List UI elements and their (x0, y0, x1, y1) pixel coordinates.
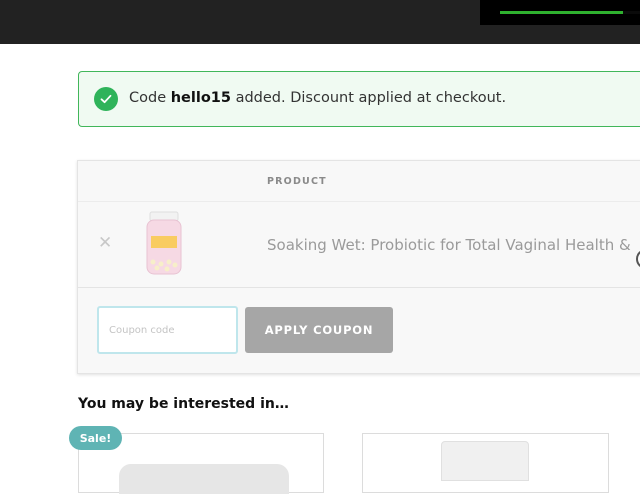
product-thumbnail[interactable] (143, 210, 185, 278)
column-header-product: PRODUCT (267, 176, 327, 187)
notice-message: Code hello15 added. Discount applied at … (129, 90, 506, 106)
cart-item-row: ✕ Soaking Wet: Probiotic for Total Vagin… (78, 202, 640, 288)
header-progress-fill (500, 11, 624, 14)
cart-table-header: PRODUCT (78, 161, 640, 202)
coupon-success-notice: Code hello15 added. Discount applied at … (78, 71, 640, 127)
notice-prefix: Code (129, 90, 167, 106)
related-products-title: You may be interested in… (78, 396, 289, 412)
coupon-code: hello15 (170, 90, 231, 106)
product-name-link[interactable]: Soaking Wet: Probiotic for Total Vaginal… (267, 236, 631, 254)
cart-table: PRODUCT ✕ Soaking Wet: Probiotic for Tot… (77, 160, 640, 374)
product-image (441, 441, 529, 481)
header-progress-bar (500, 11, 640, 14)
apply-coupon-button[interactable]: APPLY COUPON (245, 307, 393, 353)
notice-suffix: added. Discount applied at checkout. (235, 90, 507, 106)
product-image (119, 464, 289, 494)
sale-badge: Sale! (69, 426, 122, 450)
related-product-card[interactable] (362, 433, 609, 493)
site-header (0, 0, 640, 44)
coupon-code-input[interactable] (97, 306, 238, 354)
check-circle-icon (94, 87, 118, 111)
remove-item-button[interactable]: ✕ (98, 233, 112, 253)
